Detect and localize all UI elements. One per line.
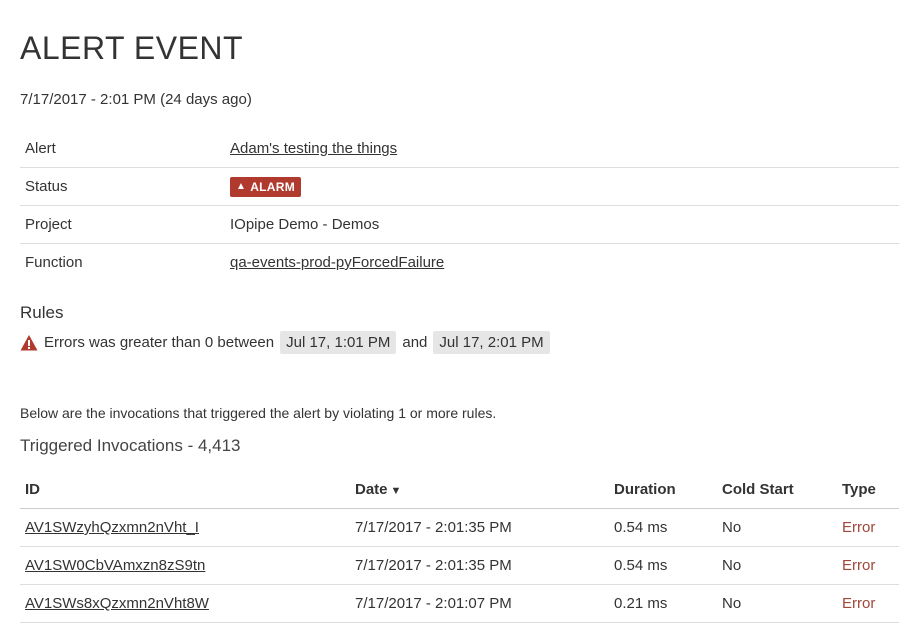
date-header-label: Date <box>355 480 388 498</box>
alarm-status-badge: ▲ ALARM <box>230 176 302 197</box>
invocation-cold-start: No <box>722 557 742 574</box>
column-header-type: Type <box>842 480 876 498</box>
invocation-cold-start: No <box>722 595 742 612</box>
project-value: IOpipe Demo - Demos <box>230 216 380 233</box>
details-table: Alert Adam's testing the things Status ▲… <box>20 130 899 281</box>
alert-label: Alert <box>25 140 56 157</box>
rule-end-time: Jul 17, 2:01 PM <box>433 331 550 354</box>
invocation-id-link[interactable]: AV1SWs8xQzxmn2nVht8W <box>25 595 209 612</box>
invocation-id-link[interactable]: AV1SWzyhQzxmn2nVht_I <box>25 519 199 536</box>
invocation-type: Error <box>842 557 876 574</box>
table-row: AV1SWzyhQzxmn2nVht_I 7/17/2017 - 2:01:35… <box>20 509 899 547</box>
rule-item: Errors was greater than 0 between Jul 17… <box>20 331 550 354</box>
invocations-heading: Triggered Invocations - 4,413 <box>20 436 241 455</box>
page-title: ALERT EVENT <box>20 30 244 66</box>
rule-and: and <box>402 334 428 351</box>
warning-icon: ▲ <box>236 181 247 193</box>
detail-row-function: Function qa-events-prod-pyForcedFailure <box>20 244 899 281</box>
invocation-duration: 0.54 ms <box>614 557 668 574</box>
column-header-date[interactable]: Date ▼ <box>355 481 614 498</box>
invocation-type: Error <box>842 595 876 612</box>
invocations-table: ID Date ▼ Duration Cold Start Type AV1SWz… <box>20 470 899 623</box>
column-header-cold-start: Cold Start <box>722 480 794 498</box>
table-header: ID Date ▼ Duration Cold Start Type <box>20 470 899 509</box>
invocation-date: 7/17/2017 - 2:01:35 PM <box>355 557 512 574</box>
detail-row-status: Status ▲ ALARM <box>20 168 899 206</box>
rules-heading: Rules <box>20 303 64 322</box>
invocation-duration: 0.54 ms <box>614 519 668 536</box>
event-timestamp: 7/17/2017 - 2:01 PM (24 days ago) <box>20 91 252 108</box>
detail-row-project: Project IOpipe Demo - Demos <box>20 206 899 244</box>
rule-text: Errors was greater than 0 between <box>44 334 275 351</box>
warning-triangle-icon <box>20 334 38 350</box>
invocation-date: 7/17/2017 - 2:01:07 PM <box>355 595 512 612</box>
detail-row-alert: Alert Adam's testing the things <box>20 130 899 168</box>
invocation-id-link[interactable]: AV1SW0CbVAmxzn8zS9tn <box>25 557 205 574</box>
status-label: Status <box>25 178 68 195</box>
table-row: AV1SWs8xQzxmn2nVht8W 7/17/2017 - 2:01:07… <box>20 585 899 623</box>
alert-link[interactable]: Adam's testing the things <box>230 140 397 157</box>
column-header-duration: Duration <box>614 480 676 498</box>
invocation-duration: 0.21 ms <box>614 595 668 612</box>
rule-start-time: Jul 17, 1:01 PM <box>280 331 397 354</box>
status-badge-text: ALARM <box>250 179 296 194</box>
invocation-date: 7/17/2017 - 2:01:35 PM <box>355 519 512 536</box>
column-header-id: ID <box>25 480 40 498</box>
invocations-intro: Below are the invocations that triggered… <box>20 405 497 421</box>
function-link[interactable]: qa-events-prod-pyForcedFailure <box>230 254 444 271</box>
function-label: Function <box>25 254 83 271</box>
invocation-type: Error <box>842 519 876 536</box>
invocation-cold-start: No <box>722 519 742 536</box>
sort-descending-icon: ▼ <box>390 484 402 497</box>
table-row: AV1SW0CbVAmxzn8zS9tn 7/17/2017 - 2:01:35… <box>20 547 899 585</box>
project-label: Project <box>25 216 72 233</box>
